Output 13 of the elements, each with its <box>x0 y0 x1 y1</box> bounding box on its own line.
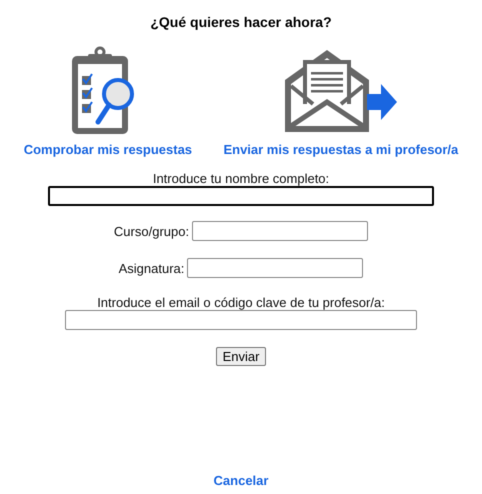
text-field[interactable] <box>192 221 368 241</box>
submit-button[interactable]: Enviar <box>216 347 266 366</box>
text-field[interactable] <box>187 258 364 278</box>
field-label: Introduce tu nombre completo: <box>152 171 330 186</box>
option-link[interactable]: Comprobar mis respuestas <box>24 142 192 157</box>
field-label: Introduce el email o código clave de tu profesor/a: <box>97 295 385 310</box>
field-label: Asignatura: <box>118 260 184 276</box>
option-link[interactable]: Enviar mis respuestas a mi profesor/a <box>223 142 458 157</box>
text-field[interactable] <box>65 310 417 330</box>
page-title: ¿Qué quieres hacer ahora? <box>150 14 332 30</box>
cancel-link[interactable]: Cancelar <box>214 473 268 488</box>
text-field[interactable] <box>48 186 434 206</box>
field-label: Curso/grupo: <box>114 224 190 238</box>
